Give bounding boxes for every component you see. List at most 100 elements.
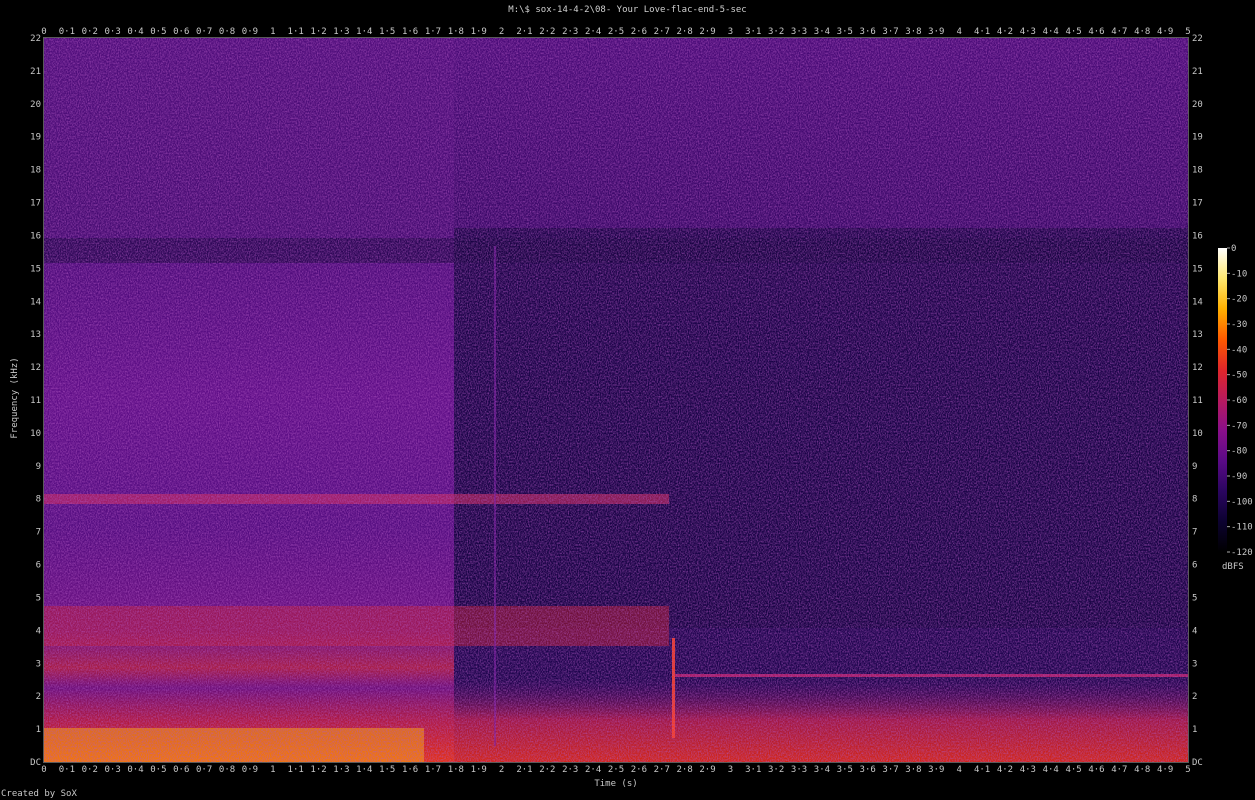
y-tick-right: DC (1192, 758, 1203, 768)
colorbar-tick: -80 (1231, 447, 1247, 457)
colorbar-tick: -60 (1231, 396, 1247, 406)
x-tick-bottom: 2·8 (677, 765, 693, 775)
x-tick-bottom: 4·7 (1111, 765, 1127, 775)
x-tick-bottom: 3·9 (928, 765, 944, 775)
x-tick-bottom: 1·6 (402, 765, 418, 775)
x-tick-top: 0·3 (105, 27, 121, 37)
y-tick-right: 15 (1192, 264, 1203, 274)
y-tick-left: 15 (30, 264, 41, 274)
x-tick-bottom: 3·5 (837, 765, 853, 775)
y-tick-left: 2 (36, 692, 41, 702)
x-tick-top: 3·2 (768, 27, 784, 37)
x-tick-top: 1·1 (288, 27, 304, 37)
x-tick-bottom: 4·5 (1065, 765, 1081, 775)
x-tick-bottom: 4·9 (1157, 765, 1173, 775)
x-tick-bottom: 1·5 (379, 765, 395, 775)
colorbar-tick: 0 (1231, 244, 1236, 254)
x-tick-bottom: 0·1 (59, 765, 75, 775)
x-tick-bottom: 2·2 (539, 765, 555, 775)
x-tick-bottom: 0·4 (127, 765, 143, 775)
x-tick-bottom: 1·9 (471, 765, 487, 775)
x-tick-bottom: 1·3 (333, 765, 349, 775)
x-tick-top: 0·2 (82, 27, 98, 37)
x-tick-top: 1·7 (425, 27, 441, 37)
y-tick-left: 19 (30, 133, 41, 143)
x-tick-bottom: 1·4 (356, 765, 372, 775)
x-tick-bottom: 1·7 (425, 765, 441, 775)
x-tick-bottom: 0·8 (219, 765, 235, 775)
x-tick-bottom: 1·2 (310, 765, 326, 775)
x-tick-top: 4·3 (1020, 27, 1036, 37)
colorbar-scale (1218, 248, 1227, 552)
x-tick-top: 0 (41, 27, 46, 37)
x-tick-bottom: 0 (41, 765, 46, 775)
colorbar-tick: -90 (1231, 472, 1247, 482)
colorbar-tick: -10 (1231, 269, 1247, 279)
y-tick-right: 13 (1192, 330, 1203, 340)
y-tick-left: 9 (36, 462, 41, 472)
x-tick-top: 4·4 (1043, 27, 1059, 37)
x-tick-top: 3·1 (745, 27, 761, 37)
y-tick-right: 4 (1192, 626, 1197, 636)
y-tick-left: 16 (30, 231, 41, 241)
x-tick-bottom: 4·2 (997, 765, 1013, 775)
x-tick-top: 1 (270, 27, 275, 37)
y-tick-right: 21 (1192, 67, 1203, 77)
y-tick-right: 10 (1192, 429, 1203, 439)
colorbar-unit-label: dBFS (1222, 562, 1244, 572)
credit-text: Created by SoX (1, 789, 77, 799)
x-tick-top: 1·8 (448, 27, 464, 37)
y-tick-right: 22 (1192, 34, 1203, 44)
y-tick-right: 16 (1192, 231, 1203, 241)
x-tick-top: 1·6 (402, 27, 418, 37)
x-tick-top: 4·7 (1111, 27, 1127, 37)
y-tick-left: 7 (36, 528, 41, 538)
y-tick-right: 6 (1192, 561, 1197, 571)
x-tick-top: 0·9 (242, 27, 258, 37)
y-tick-left: 10 (30, 429, 41, 439)
x-tick-bottom: 5 (1185, 765, 1190, 775)
x-tick-top: 4·2 (997, 27, 1013, 37)
colorbar-tick: -50 (1231, 371, 1247, 381)
x-tick-top: 2·7 (654, 27, 670, 37)
x-tick-top: 3·4 (814, 27, 830, 37)
y-tick-left: DC (30, 758, 41, 768)
y-tick-left: 5 (36, 593, 41, 603)
y-tick-left: 20 (30, 100, 41, 110)
y-tick-right: 14 (1192, 297, 1203, 307)
y-tick-left: 18 (30, 166, 41, 176)
x-tick-bottom: 3·8 (905, 765, 921, 775)
x-tick-bottom: 3 (728, 765, 733, 775)
y-tick-right: 17 (1192, 199, 1203, 209)
x-tick-top: 3·9 (928, 27, 944, 37)
x-tick-bottom: 0·9 (242, 765, 258, 775)
x-tick-bottom: 4 (956, 765, 961, 775)
colorbar-tick: -100 (1231, 497, 1253, 507)
x-tick-top: 1·5 (379, 27, 395, 37)
x-tick-bottom: 4·3 (1020, 765, 1036, 775)
x-tick-top: 3·7 (882, 27, 898, 37)
x-tick-top: 2·9 (699, 27, 715, 37)
colorbar-tick: -20 (1231, 295, 1247, 305)
x-tick-top: 0·8 (219, 27, 235, 37)
x-tick-bottom: 0·2 (82, 765, 98, 775)
y-tick-right: 11 (1192, 396, 1203, 406)
x-tick-top: 0·7 (196, 27, 212, 37)
x-tick-top: 2·6 (631, 27, 647, 37)
x-tick-bottom: 0·6 (173, 765, 189, 775)
x-tick-bottom: 3·3 (791, 765, 807, 775)
y-tick-left: 11 (30, 396, 41, 406)
y-tick-left: 14 (30, 297, 41, 307)
colorbar-tick: -70 (1231, 421, 1247, 431)
y-tick-left: 17 (30, 199, 41, 209)
x-tick-top: 4·1 (974, 27, 990, 37)
x-tick-bottom: 0·5 (150, 765, 166, 775)
x-tick-bottom: 3·4 (814, 765, 830, 775)
y-tick-left: 21 (30, 67, 41, 77)
x-tick-bottom: 2 (499, 765, 504, 775)
colorbar-tick: -110 (1231, 523, 1253, 533)
x-tick-bottom: 1·1 (288, 765, 304, 775)
y-tick-right: 5 (1192, 593, 1197, 603)
x-tick-bottom: 2·6 (631, 765, 647, 775)
x-tick-bottom: 2·1 (516, 765, 532, 775)
